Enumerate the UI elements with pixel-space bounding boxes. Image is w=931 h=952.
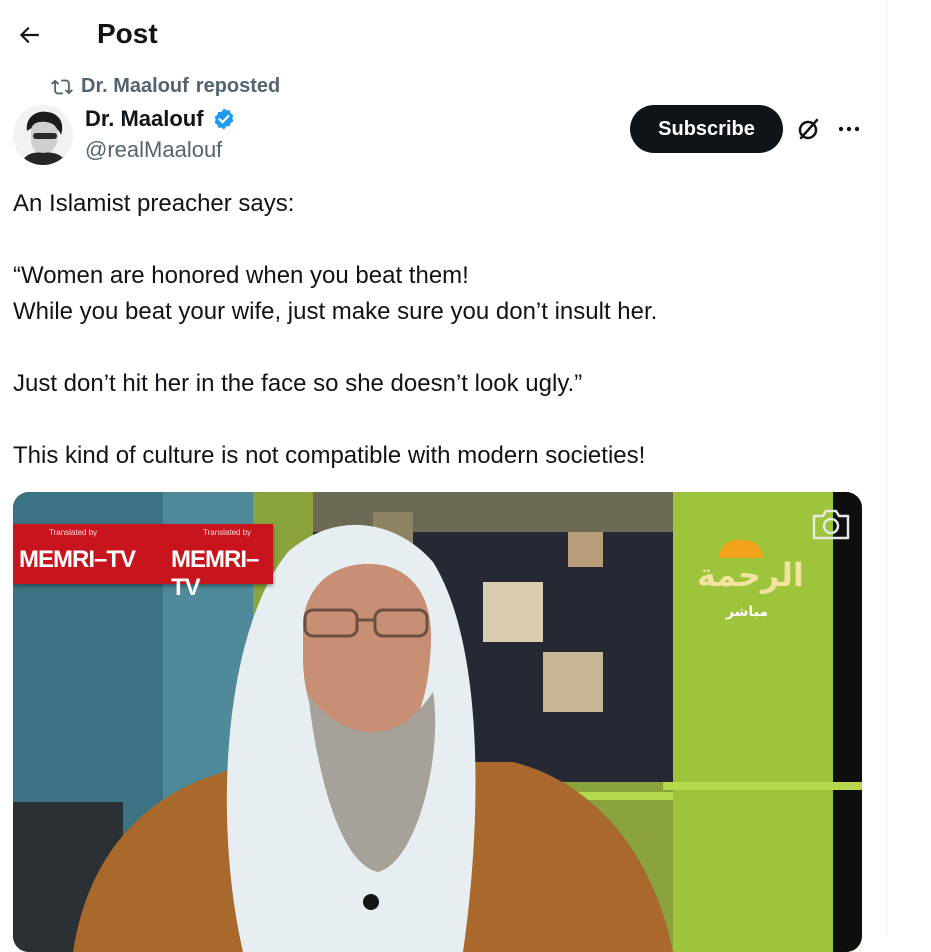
author-handle[interactable]: @realMaalouf	[85, 137, 222, 163]
post-line: “Women are honored when you beat them!	[13, 262, 469, 289]
author-name[interactable]: Dr. Maalouf	[85, 106, 236, 132]
more-icon	[838, 126, 860, 132]
avatar[interactable]	[13, 105, 73, 165]
verified-badge-icon	[214, 108, 233, 130]
post-line: Just don’t hit her in the face so she do…	[13, 370, 583, 397]
grok-icon	[798, 118, 819, 140]
post-video[interactable]: Translated by Translated by MEMRI–TV MEM…	[13, 492, 862, 952]
back-arrow-icon	[19, 26, 39, 44]
subscribe-button[interactable]: Subscribe	[630, 105, 783, 153]
repost-icon	[51, 79, 73, 94]
camera-icon[interactable]	[810, 506, 852, 542]
back-button[interactable]	[10, 16, 48, 54]
post-column: Post Dr. Maalouf reposted Dr. Maalouf @r…	[0, 0, 887, 952]
more-options-button[interactable]	[832, 112, 866, 146]
avatar-image	[13, 105, 73, 165]
post-line: This kind of culture is not compatible w…	[13, 442, 646, 469]
channel-logo: الرحمة مباشر	[697, 540, 804, 630]
repost-indicator: Dr. Maalouf reposted	[50, 75, 280, 98]
memri-banner: Translated by Translated by MEMRI–TV MEM…	[13, 524, 273, 601]
post-header: Post	[0, 0, 886, 70]
page-title: Post	[97, 18, 158, 49]
author-name-text: Dr. Maalouf	[85, 106, 204, 131]
repost-label: reposted	[195, 75, 281, 97]
post-line: An Islamist preacher says:	[13, 190, 295, 217]
grok-button[interactable]	[792, 112, 826, 146]
post-line: While you beat your wife, just make sure…	[13, 298, 658, 325]
post-text: An Islamist preacher says: “Women are ho…	[13, 186, 873, 474]
repost-user-link[interactable]: Dr. Maalouf	[81, 75, 189, 98]
